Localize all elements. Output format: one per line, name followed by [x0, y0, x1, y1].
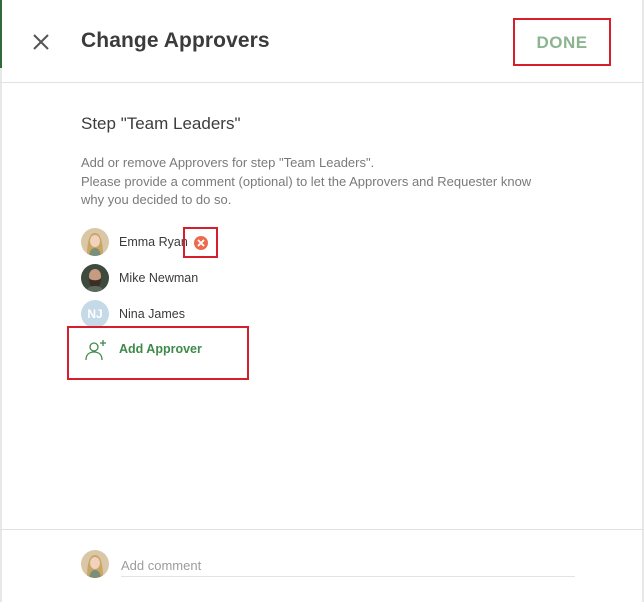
close-icon [33, 34, 49, 50]
add-approver-label[interactable]: Add Approver [119, 342, 202, 356]
step-title: Step "Team Leaders" [81, 114, 241, 133]
description-line: why you decided to do so. [81, 192, 232, 207]
dialog-header: Change Approvers DONE [0, 0, 644, 83]
dialog-title: Change Approvers [81, 29, 270, 52]
comment-input[interactable] [121, 554, 575, 577]
remove-approver-button[interactable] [183, 227, 218, 258]
description-line: Add or remove Approvers for step "Team L… [81, 155, 375, 170]
approver-name: Mike Newman [119, 271, 199, 285]
done-button-label: DONE [536, 33, 588, 52]
add-person-icon [85, 340, 106, 361]
description-line: Please provide a comment (optional) to l… [81, 173, 532, 189]
approver-item: Mike Newman [81, 264, 198, 292]
remove-circle-x-icon [193, 235, 208, 250]
step-description: Add or remove Approvers for step "Team L… [81, 154, 581, 210]
avatar: NJ [81, 300, 109, 328]
approver-name: Nina James [119, 307, 185, 321]
avatar [81, 228, 109, 256]
approver-item: NJ Nina James [81, 300, 185, 328]
window-left-edge [0, 0, 2, 602]
close-button[interactable] [30, 31, 52, 53]
avatar [81, 550, 109, 578]
done-button[interactable]: DONE [513, 18, 611, 66]
approver-name: Emma Ryan [119, 235, 188, 249]
avatar [81, 264, 109, 292]
approver-item: Emma Ryan [81, 228, 188, 256]
footer-divider [0, 529, 644, 530]
